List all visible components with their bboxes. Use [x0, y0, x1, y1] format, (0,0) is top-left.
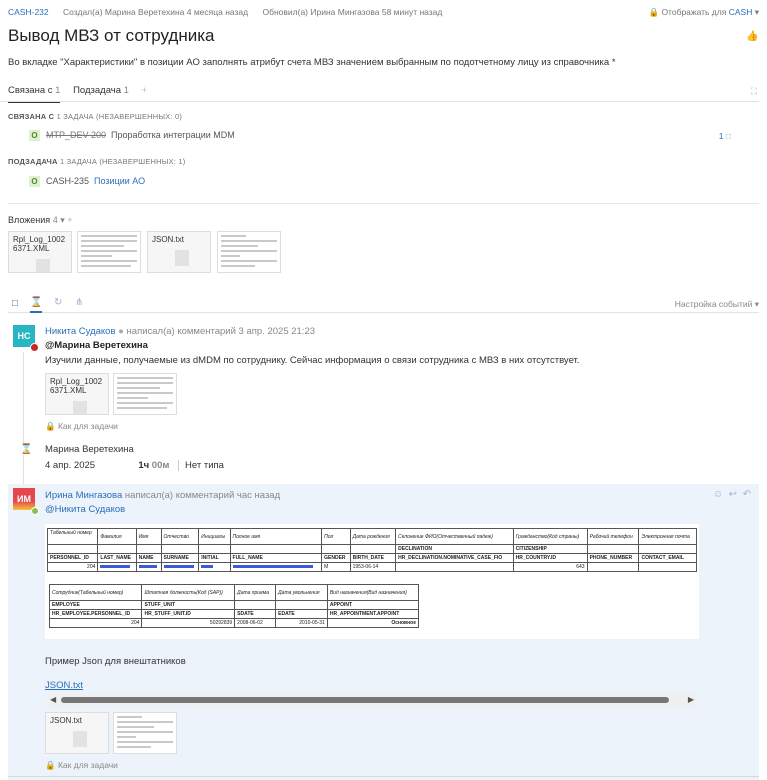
- table-appointment: Сотрудник(Табельный номер) Штатная должно…: [48, 584, 420, 628]
- expand-icon[interactable]: ⛶: [751, 86, 757, 97]
- attachment-file[interactable]: Rpl_Log_1002 6371.XML: [8, 231, 72, 273]
- divider: [8, 776, 759, 777]
- comment-author[interactable]: Ирина Мингазова: [45, 490, 122, 501]
- linked-issue-key[interactable]: MTP_DEV-200: [46, 130, 106, 140]
- reply-icon[interactable]: ↩: [729, 489, 737, 500]
- scroll-right-icon[interactable]: ▶: [688, 695, 694, 704]
- access-level: 🔒 Как для задачи: [45, 760, 118, 770]
- issue-description: Во вкладке "Характеристики" в позиции АО…: [8, 57, 616, 68]
- comment-text: Пример Json для внештатников: [45, 656, 186, 667]
- attachment-file[interactable]: JSON.txt: [45, 712, 109, 754]
- lock-icon: 🔒: [648, 7, 660, 17]
- comment-actions: ☺ ↩ ↶: [713, 489, 751, 500]
- thread-line: [23, 455, 24, 484]
- embedded-table-image[interactable]: Табельный номер Фамилия Имя Отчество Инициал…: [45, 524, 699, 639]
- issue-key-link[interactable]: CASH-232: [8, 7, 49, 17]
- status-badge: O: [29, 130, 40, 141]
- subtask-item[interactable]: O CASH-235 Позиции АО: [29, 176, 145, 187]
- attachment-image[interactable]: [113, 712, 177, 754]
- document-icon: [73, 401, 87, 414]
- horizontal-scrollbar[interactable]: ◀ ▶: [47, 694, 697, 706]
- activity-bar: □ ⌛ ↻ ⋔ Настройка событий ▾: [8, 297, 759, 313]
- comment-count[interactable]: 1 □: [719, 131, 731, 141]
- comments-filter-icon[interactable]: □: [12, 298, 18, 309]
- subtask-issue-title[interactable]: Позиции АО: [94, 176, 145, 186]
- worklog-filter-icon[interactable]: ⌛: [30, 297, 43, 313]
- table-personnel: Табельный номер Фамилия Имя Отчество Инициал…: [46, 528, 697, 572]
- linked-section-header: СВЯЗАНА С 1 ЗАДАЧА (НЕЗАВЕРШЕННЫХ: 0): [8, 112, 183, 121]
- chevron-down-icon[interactable]: ▾: [60, 215, 65, 225]
- comment-text: Изучили данные, получаемые из dMDM по со…: [45, 355, 580, 366]
- status-dot: [31, 507, 39, 515]
- like-icon[interactable]: 👍: [746, 31, 758, 42]
- mention[interactable]: @Марина Веретехина: [45, 340, 148, 351]
- scroll-left-icon[interactable]: ◀: [50, 695, 56, 704]
- avatar: ИМ: [13, 488, 35, 510]
- linked-item[interactable]: O MTP_DEV-200 Проработка интеграции MDM: [29, 130, 235, 141]
- worklog-date: 4 апр. 2025: [45, 460, 96, 471]
- updated-info: Обновил(а) Ирина Мингазова 58 минут наза…: [262, 7, 443, 17]
- linked-issue-title: Проработка интеграции MDM: [111, 130, 235, 140]
- scrollbar-thumb[interactable]: [61, 697, 669, 703]
- branch-filter-icon[interactable]: ⋔: [75, 297, 83, 308]
- attachment-file[interactable]: JSON.txt: [147, 231, 211, 273]
- lock-icon: 🔒: [45, 421, 56, 431]
- add-attachment-icon[interactable]: +: [67, 215, 72, 225]
- issue-meta-bar: CASH-232 Создал(а) Марина Веретехина 4 м…: [8, 7, 759, 19]
- divider: [8, 203, 759, 204]
- subtask-issue-key[interactable]: CASH-235: [46, 176, 89, 186]
- tabs-divider: [0, 101, 759, 102]
- access-level: 🔒 Как для задачи: [45, 421, 118, 431]
- status-badge: O: [29, 176, 40, 187]
- worklog-row: 4 апр. 2025 1ч 00м Нет типа: [45, 460, 230, 471]
- attachment-image[interactable]: [77, 231, 141, 273]
- worklog-author: Марина Веретехина: [45, 444, 134, 455]
- visibility-value[interactable]: CASH: [729, 7, 753, 17]
- mention[interactable]: @Никита Судаков: [45, 504, 125, 515]
- document-icon: [175, 250, 189, 266]
- comment-header: Ирина Мингазова написал(а) комментарий ч…: [45, 490, 281, 501]
- created-info: Создал(а) Марина Веретехина 4 месяца наз…: [63, 7, 249, 17]
- comment-icon: □: [725, 131, 731, 141]
- thread-line: [23, 352, 24, 444]
- add-relation-icon[interactable]: +: [142, 85, 148, 96]
- event-settings[interactable]: Настройка событий ▾: [675, 299, 759, 310]
- worklog-type: Нет типа: [178, 460, 224, 471]
- quote-icon[interactable]: ↶: [743, 489, 751, 500]
- attachments-header: Вложения 4 ▾ +: [8, 215, 73, 225]
- history-filter-icon[interactable]: ↻: [54, 297, 62, 308]
- document-icon: [73, 731, 87, 747]
- comment-author[interactable]: Никита Судаков: [45, 326, 116, 337]
- attachment-image[interactable]: [113, 373, 177, 415]
- worklog-hours: 1ч: [138, 460, 150, 471]
- comment-header: Никита Судаков ● написал(а) комментарий …: [45, 326, 316, 337]
- document-icon: [36, 259, 50, 272]
- tab-subtasks[interactable]: Подзадача 1: [73, 85, 129, 101]
- chevron-down-icon: ▾: [754, 7, 759, 17]
- worklog-minutes: 00м: [151, 460, 170, 471]
- attachment-file[interactable]: Rpl_Log_1002 6371.XML: [45, 373, 109, 415]
- hourglass-icon: ⌛: [20, 444, 33, 455]
- subtask-section-header: ПОДЗАДАЧА 1 ЗАДАЧА (НЕЗАВЕРШЕННЫХ: 1): [8, 157, 186, 166]
- attachment-image[interactable]: [217, 231, 281, 273]
- file-link[interactable]: JSON.txt: [45, 680, 83, 691]
- issue-title: Вывод МВЗ от сотрудника: [8, 26, 215, 45]
- status-dot: [30, 343, 39, 352]
- visibility-selector[interactable]: 🔒 Отображать для CASH ▾: [648, 7, 759, 18]
- visibility-label: Отображать для: [661, 7, 727, 17]
- lock-icon: 🔒: [45, 760, 56, 770]
- emoji-icon[interactable]: ☺: [713, 489, 723, 500]
